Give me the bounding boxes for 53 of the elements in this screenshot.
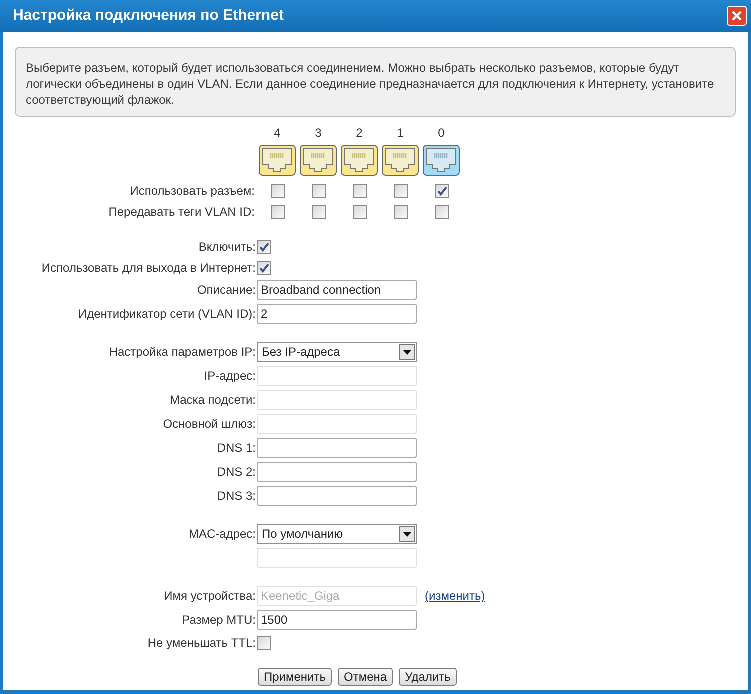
checkbox[interactable] bbox=[434, 184, 448, 198]
delete-button[interactable]: Удалить bbox=[399, 668, 457, 686]
port-number: 1 bbox=[397, 126, 404, 140]
field-label: Маска подсети: bbox=[170, 393, 256, 407]
checkbox[interactable] bbox=[257, 240, 271, 254]
checkbox[interactable] bbox=[312, 184, 326, 198]
apply-button[interactable]: Применить bbox=[258, 668, 332, 686]
close-icon bbox=[731, 10, 743, 22]
checkbox[interactable] bbox=[270, 184, 284, 198]
cancel-button[interactable]: Отмена bbox=[338, 668, 394, 686]
checkbox[interactable] bbox=[257, 260, 271, 274]
field-label: Основной шлюз: bbox=[163, 417, 256, 431]
port-number: 3 bbox=[315, 126, 322, 140]
checkbox[interactable] bbox=[352, 184, 366, 198]
checkbox[interactable] bbox=[352, 205, 366, 219]
select-dropdown[interactable]: По умолчанию bbox=[257, 524, 417, 544]
field-label: Передавать теги VLAN ID: bbox=[108, 204, 256, 221]
field-label: Использовать для выхода в Интернет: bbox=[42, 260, 256, 274]
checkmark-icon bbox=[258, 262, 270, 274]
input-field[interactable] bbox=[257, 486, 417, 506]
field-label: Размер MTU: bbox=[182, 613, 256, 627]
field-label: DNS 3: bbox=[217, 489, 256, 503]
checkbox[interactable] bbox=[434, 205, 448, 219]
checkbox[interactable] bbox=[394, 184, 408, 198]
port-number: 0 bbox=[438, 126, 445, 140]
field-label: IP-адрес: bbox=[204, 369, 256, 383]
input-field[interactable] bbox=[257, 438, 417, 458]
input-field[interactable]: 2 bbox=[257, 304, 417, 324]
select-dropdown[interactable]: Без IP-адреса bbox=[257, 342, 417, 362]
checkbox[interactable] bbox=[394, 205, 408, 219]
field-label: Включить: bbox=[198, 240, 256, 254]
port-number: 4 bbox=[274, 126, 281, 140]
field-label: Не уменьшать TTL: bbox=[148, 636, 256, 650]
close-button[interactable] bbox=[727, 6, 747, 26]
checkbox[interactable] bbox=[270, 205, 284, 219]
field-label: Идентификатор сети (VLAN ID): bbox=[78, 307, 256, 321]
field-label: Имя устройства: bbox=[164, 589, 256, 603]
field-label: MAC-адрес: bbox=[188, 527, 256, 541]
info-text: Выберите разъем, который будет использоваться соединением. Можно выбрать несколько разъемов, которые будут логически объединены в один VLAN. Если данное соединение предназначается для подключения к Интернету, установите соответствующий флажок. bbox=[15, 47, 736, 117]
input-field[interactable]: Broadband connection bbox=[257, 280, 417, 300]
field-label: DNS 1: bbox=[217, 441, 256, 455]
input-field[interactable]: 1500 bbox=[257, 610, 417, 630]
field-label: Использовать разъем: bbox=[129, 183, 256, 200]
field-label: Настройка параметров IP: bbox=[109, 345, 256, 359]
field-label: Описание: bbox=[197, 283, 256, 297]
port-number: 2 bbox=[356, 126, 363, 140]
input-field[interactable] bbox=[257, 462, 417, 482]
checkmark-icon bbox=[258, 240, 270, 252]
window-title: Настройка подключения по Ethernet bbox=[13, 6, 284, 26]
checkbox[interactable] bbox=[312, 205, 326, 219]
field-label: DNS 2: bbox=[217, 465, 256, 479]
checkmark-icon bbox=[436, 185, 448, 197]
checkbox[interactable] bbox=[257, 636, 271, 650]
